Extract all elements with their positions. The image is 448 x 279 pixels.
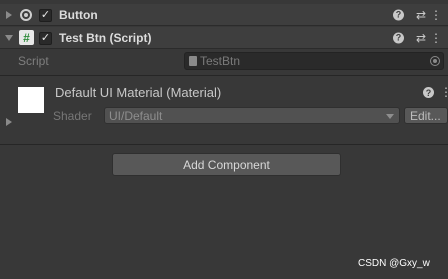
help-icon[interactable]: ? — [393, 9, 404, 20]
shader-label: Shader — [53, 109, 92, 123]
shader-value: UI/Default — [109, 108, 163, 123]
watermark: CSDN @Gxy_w — [358, 258, 430, 269]
button-enabled-checkbox[interactable]: ✓ — [39, 9, 52, 22]
context-menu-icon[interactable]: ⋮ — [430, 9, 442, 21]
foldout-collapsed-icon[interactable] — [6, 11, 12, 19]
section-divider — [0, 75, 448, 76]
presets-icon[interactable]: ⇄ — [416, 9, 426, 21]
section-divider — [0, 144, 448, 145]
foldout-expanded-icon[interactable] — [5, 35, 13, 41]
button-component-icon — [20, 9, 32, 21]
script-file-icon — [189, 56, 197, 66]
script-field-row: Script TestBtn — [0, 52, 448, 70]
material-menu-icon[interactable]: ⋮ — [440, 85, 448, 99]
object-picker-icon[interactable] — [430, 56, 440, 66]
help-icon[interactable]: ? — [393, 32, 404, 43]
script-field-value: TestBtn — [200, 54, 241, 68]
material-preview[interactable] — [18, 87, 44, 113]
add-component-button[interactable]: Add Component — [112, 153, 341, 176]
script-field-label: Script — [18, 54, 49, 68]
chevron-down-icon — [386, 114, 394, 119]
script-enabled-checkbox[interactable]: ✓ — [39, 32, 52, 45]
shader-dropdown[interactable]: UI/Default — [104, 107, 400, 124]
shader-edit-button[interactable]: Edit... — [404, 107, 448, 124]
script-component-header[interactable]: # ✓ Test Btn (Script) ? ⇄ ⋮ — [0, 27, 448, 49]
context-menu-icon[interactable]: ⋮ — [430, 32, 442, 44]
presets-icon[interactable]: ⇄ — [416, 32, 426, 44]
component-title: Button — [59, 8, 98, 22]
button-component-header[interactable]: ✓ Button ? ⇄ ⋮ — [0, 4, 448, 26]
component-title: Test Btn (Script) — [59, 31, 152, 45]
material-foldout-icon[interactable] — [6, 118, 12, 126]
material-help-icon[interactable]: ? — [423, 87, 434, 98]
script-object-field[interactable]: TestBtn — [184, 52, 444, 70]
script-hash-icon: # — [19, 30, 34, 45]
material-title: Default UI Material (Material) — [55, 85, 222, 100]
